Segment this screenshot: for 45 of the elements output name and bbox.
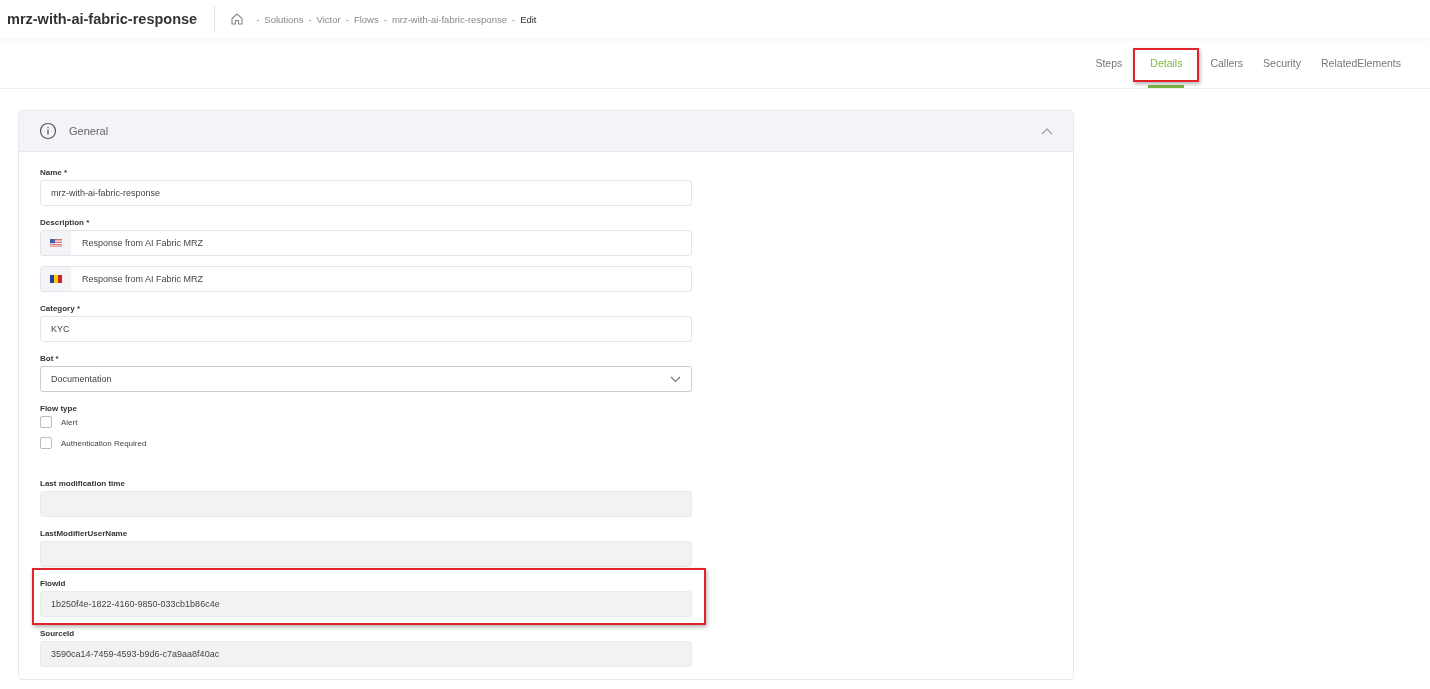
chevron-icon[interactable]: [1041, 127, 1053, 135]
checkbox[interactable]: [40, 437, 52, 449]
tab[interactable]: Callers: [1201, 43, 1253, 83]
tab[interactable]: Steps: [1086, 43, 1132, 83]
section-title: General: [69, 125, 110, 137]
breadcrumb-item[interactable]: Solutions: [264, 13, 304, 25]
info-icon: [39, 122, 57, 140]
tab[interactable]: Details: [1133, 43, 1200, 83]
field-label: LastModifierUserName: [40, 529, 129, 538]
breadcrumb-separator: -: [345, 13, 349, 25]
dropdown[interactable]: Documentation: [40, 366, 692, 392]
tab[interactable]: RelatedElements: [1312, 43, 1410, 83]
home-icon[interactable]: [230, 12, 245, 26]
field-label: Bot *: [40, 354, 60, 363]
tab[interactable]: Security: [1254, 43, 1311, 83]
text-field[interactable]: Response from AI Fabric MRZ: [40, 266, 692, 292]
section-header[interactable]: General: [19, 111, 1073, 152]
breadcrumb-separator: -: [511, 13, 516, 25]
field-label: FlowId: [40, 579, 67, 588]
flag-icon: [50, 275, 62, 283]
readonly-field: 1b250f4e-1822-4160-9850-033cb1b86c4e: [40, 591, 692, 617]
tab-indicator: [1148, 85, 1185, 88]
checkbox-label: Alert: [61, 417, 78, 427]
text-field[interactable]: Response from AI Fabric MRZ: [40, 230, 692, 256]
field-label: Flow type: [40, 404, 78, 413]
field-label: Description *: [40, 218, 91, 227]
breadcrumb-item[interactable]: Victor: [316, 13, 341, 25]
field-label: Category *: [40, 304, 81, 313]
breadcrumb-separator: -: [256, 13, 260, 25]
page-title: mrz-with-ai-fabric-response: [7, 11, 198, 27]
text-field[interactable]: KYC: [40, 316, 692, 342]
breadcrumb-item[interactable]: mrz-with-ai-fabric-response: [391, 13, 507, 25]
text-field[interactable]: mrz-with-ai-fabric-response: [40, 180, 692, 206]
readonly-field: 3590ca14-7459-4593-b9d6-c7a9aa8f40ac: [40, 641, 692, 667]
flag-icon: [50, 239, 62, 247]
breadcrumb-separator: -: [308, 13, 312, 25]
field-label: SourceId: [40, 629, 76, 638]
field-label: Name *: [40, 168, 69, 177]
field-label: Last modification time: [40, 479, 126, 488]
checkbox[interactable]: [40, 416, 52, 428]
breadcrumb-item: Edit: [520, 13, 537, 25]
breadcrumb-item[interactable]: Flows: [353, 13, 379, 25]
checkbox-label: Authentication Required: [61, 438, 147, 448]
chevron-down-icon: [670, 375, 681, 383]
breadcrumb-separator: -: [383, 13, 387, 25]
